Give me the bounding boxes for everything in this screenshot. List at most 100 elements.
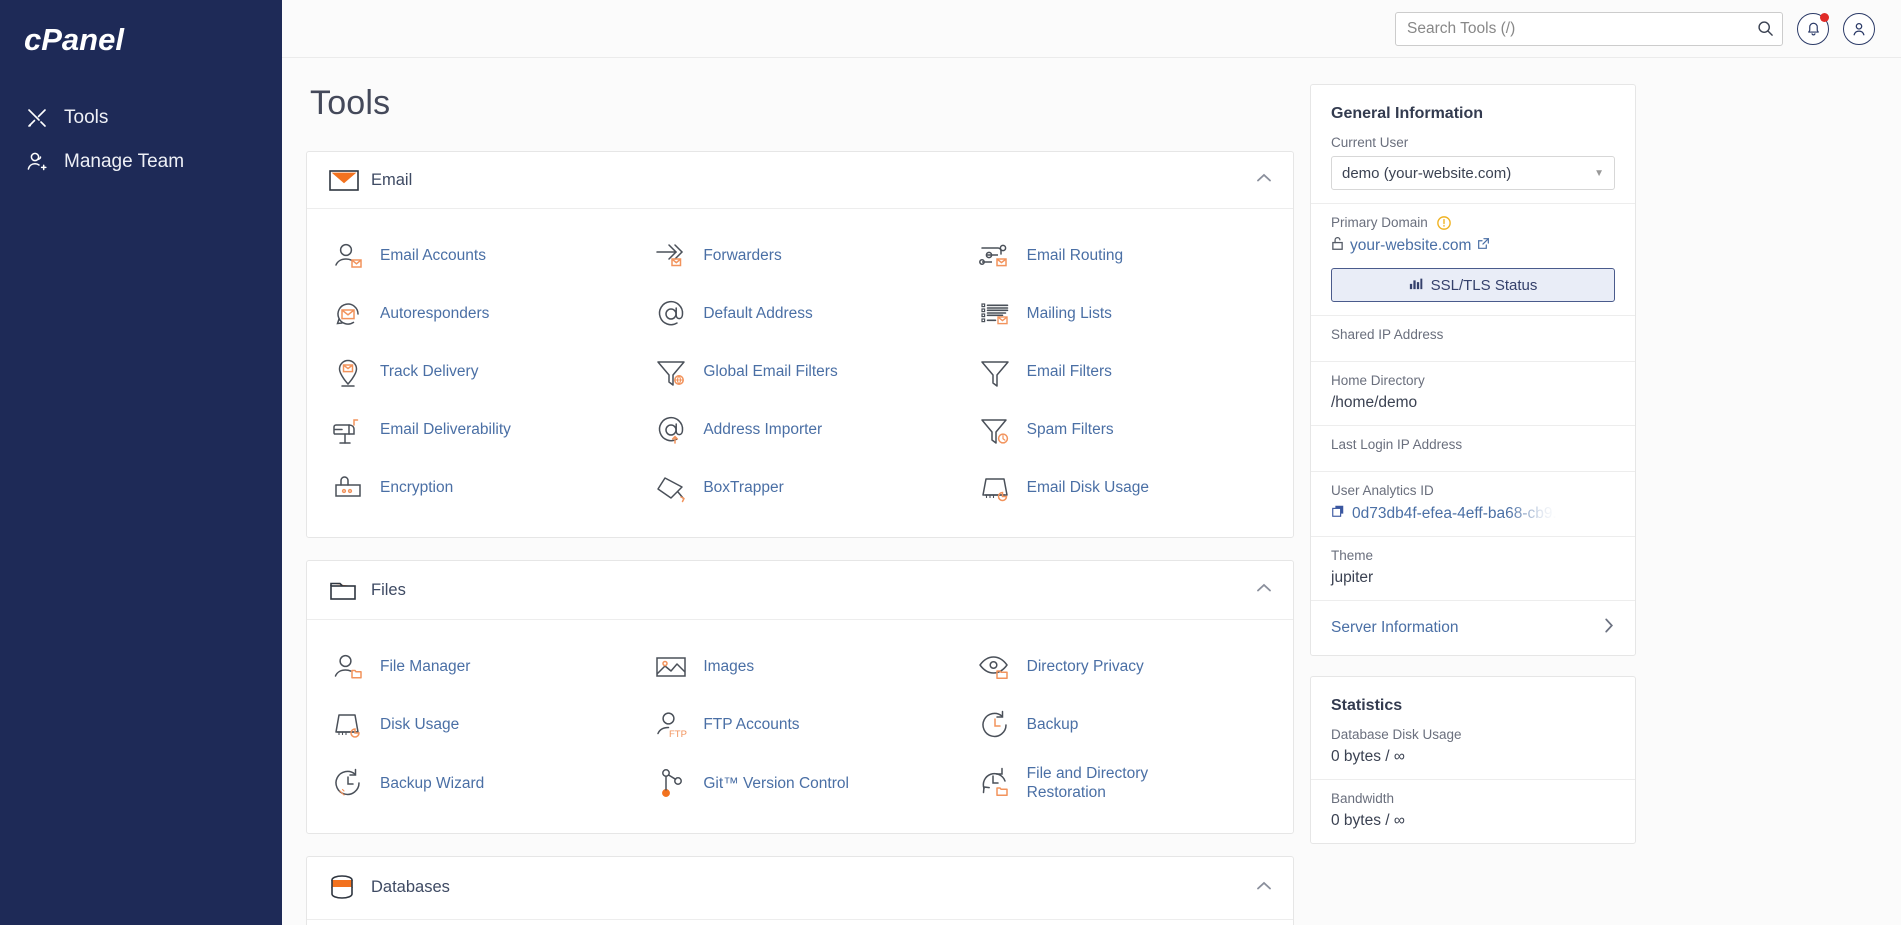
tool-autoresponders[interactable]: Autoresponders [315,285,638,343]
chevron-up-icon[interactable] [1255,879,1273,897]
email-disk-usage-icon [976,469,1014,507]
tool-mailing-lists[interactable]: Mailing Lists [962,285,1285,343]
tool-backup[interactable]: Backup [962,696,1285,754]
tool-label: Encryption [380,478,453,497]
tool-grid-email: Email Accounts For [307,209,1293,537]
search-input[interactable] [1395,12,1783,46]
warning-icon[interactable] [1437,216,1451,230]
tool-ftp-accounts[interactable]: FTP FTP Accounts [638,696,961,754]
statistic-label: Database Disk Usage [1331,727,1615,742]
user-icon [1850,20,1868,38]
backup-icon [976,706,1014,744]
backup-wizard-icon [329,764,367,802]
tools-column: Tools Email [306,84,1294,925]
tool-file-and-directory-restoration[interactable]: File and Directory Restoration [962,754,1285,813]
track-delivery-icon [329,353,367,391]
tool-git-version-control[interactable]: Git™ Version Control [638,754,961,813]
home-directory-value: /home/demo [1331,394,1615,412]
tool-label: Email Routing [1027,246,1124,265]
tool-email-deliverability[interactable]: Email Deliverability [315,401,638,459]
tool-label: Git™ Version Control [703,774,849,793]
ssl-tls-status-button[interactable]: SSL/TLS Status [1331,268,1615,302]
section-title: Databases [371,878,1255,897]
sidebar-item-manage-team[interactable]: Manage Team [0,140,282,184]
tools-icon [24,105,50,131]
tool-label: BoxTrapper [703,478,783,497]
chevron-up-icon[interactable] [1255,581,1273,599]
tool-disk-usage[interactable]: Disk Usage [315,696,638,754]
cpanel-logo[interactable]: cPanel [0,22,282,58]
tool-address-importer[interactable]: Address Importer [638,401,961,459]
theme-row: Theme jupiter [1311,536,1635,600]
tool-directory-privacy[interactable]: Directory Privacy [962,638,1285,696]
tool-encryption[interactable]: Encryption [315,459,638,517]
section-header-files[interactable]: Files [307,561,1293,620]
boxtrapper-icon [652,469,690,507]
last-login-ip-label: Last Login IP Address [1331,437,1615,452]
shared-ip-row: Shared IP Address [1311,315,1635,361]
tool-label: Mailing Lists [1027,304,1112,323]
tool-file-manager[interactable]: File Manager [315,638,638,696]
tool-track-delivery[interactable]: Track Delivery [315,343,638,401]
tool-email-accounts[interactable]: Email Accounts [315,227,638,285]
page-title: Tools [310,84,1294,123]
email-filters-icon [976,353,1014,391]
server-information-link[interactable]: Server Information [1311,600,1635,655]
tool-spam-filters[interactable]: Spam Filters [962,401,1285,459]
external-link-icon[interactable] [1477,237,1490,255]
statistic-value: 0 bytes / ∞ [1331,812,1615,830]
user-analytics-value-row: 0d73db4f-efea-4eff-ba68-cb9... [1331,504,1615,523]
tool-global-email-filters[interactable]: Global Email Filters [638,343,961,401]
autoresponders-icon [329,295,367,333]
user-analytics-id[interactable]: 0d73db4f-efea-4eff-ba68-cb9... [1352,505,1557,523]
tool-label: Backup Wizard [380,774,484,793]
account-button[interactable] [1843,13,1875,45]
search-container [1395,12,1783,46]
last-login-ip-row: Last Login IP Address [1311,425,1635,471]
tool-label: Autoresponders [380,304,489,323]
chevron-down-icon: ▼ [1594,168,1604,179]
panel-title: Statistics [1311,677,1635,727]
content-scroll-area[interactable]: Tools Email [282,58,1901,925]
tool-email-filters[interactable]: Email Filters [962,343,1285,401]
current-user-select[interactable]: demo (your-website.com) ▼ [1331,156,1615,190]
sidebar-item-label: Manage Team [64,151,184,173]
tool-default-address[interactable]: Default Address [638,285,961,343]
theme-value: jupiter [1331,569,1615,587]
server-information-label: Server Information [1331,619,1459,637]
cpanel-app: cPanel Tools Manag [0,0,1901,925]
primary-domain-row: Primary Domain [1311,203,1635,315]
statistics-row: Database Disk Usage 0 bytes / ∞ [1311,727,1635,779]
top-bar [282,0,1901,58]
tool-email-routing[interactable]: Email Routing [962,227,1285,285]
file-restoration-icon [976,764,1014,802]
tool-images[interactable]: Images [638,638,961,696]
tool-boxtrapper[interactable]: BoxTrapper [638,459,961,517]
mailing-lists-icon [976,295,1014,333]
tool-label: Email Accounts [380,246,486,265]
copy-icon[interactable] [1331,504,1345,523]
email-deliverability-icon [329,411,367,449]
address-importer-icon [652,411,690,449]
sidebar-item-tools[interactable]: Tools [0,96,282,140]
section-header-databases[interactable]: Databases [307,857,1293,920]
section-email: Email [306,151,1294,538]
home-directory-row: Home Directory /home/demo [1311,361,1635,425]
tool-email-disk-usage[interactable]: Email Disk Usage [962,459,1285,517]
current-user-value: demo (your-website.com) [1342,165,1511,182]
directory-privacy-icon [976,648,1014,686]
ftp-accounts-icon: FTP [652,706,690,744]
current-user-row: Current User demo (your-website.com) ▼ [1311,135,1635,203]
tool-label: File and Directory Restoration [1027,764,1207,803]
panel-title: General Information [1311,85,1635,135]
info-column: General Information Current User demo (y… [1310,84,1636,925]
notifications-button[interactable] [1797,13,1829,45]
section-header-email[interactable]: Email [307,152,1293,209]
tool-label: Forwarders [703,246,781,265]
primary-domain-link[interactable]: your-website.com [1350,237,1471,255]
chevron-up-icon[interactable] [1255,171,1273,189]
tool-backup-wizard[interactable]: Backup Wizard [315,754,638,813]
tool-label: Email Deliverability [380,420,511,439]
tool-forwarders[interactable]: Forwarders [638,227,961,285]
tool-label: Disk Usage [380,715,459,734]
